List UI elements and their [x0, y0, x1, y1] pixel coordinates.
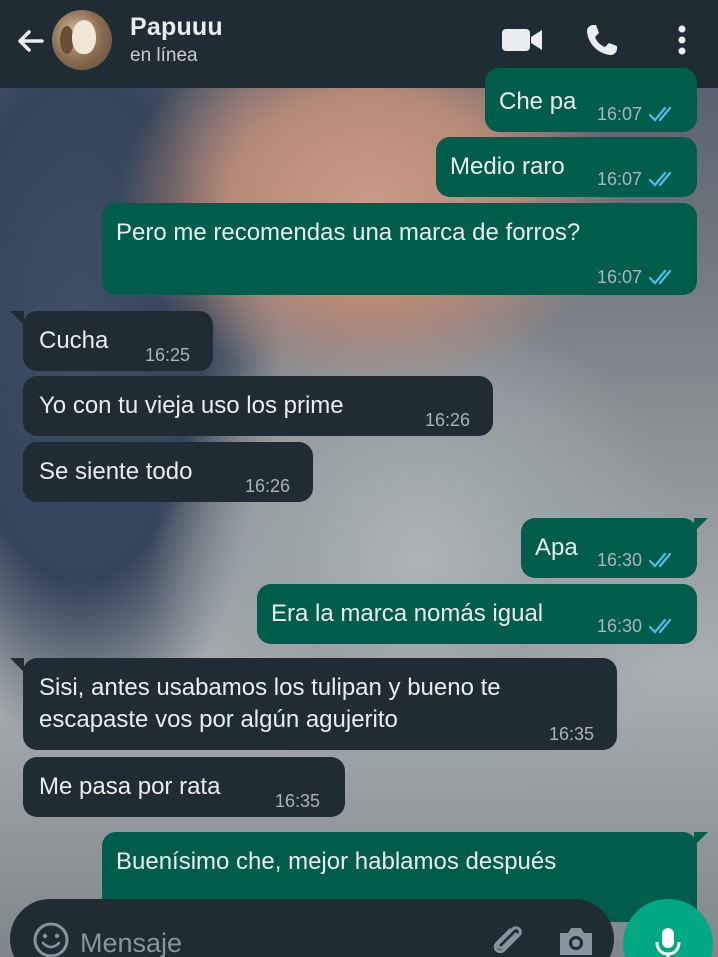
double-check-icon	[648, 106, 672, 122]
message-time: 16:35	[549, 724, 595, 744]
video-call-icon[interactable]	[500, 20, 544, 60]
message-text: Buenísimo che, mejor hablamos después	[116, 848, 557, 875]
message-time: 16:25	[145, 345, 191, 365]
emoji-icon[interactable]	[32, 921, 70, 957]
contact-status: en línea	[130, 45, 198, 66]
message-incoming[interactable]: Me pasa por rata 16:35	[23, 757, 345, 817]
message-time: 16:07	[597, 104, 643, 124]
double-check-icon	[648, 618, 672, 634]
message-text: Se siente todo	[39, 458, 193, 485]
message-time: 16:35	[275, 791, 321, 811]
back-arrow-icon[interactable]	[12, 24, 48, 60]
message-text: Yo con tu vieja uso los prime	[39, 392, 344, 419]
bubble-tail	[10, 311, 24, 325]
message-text-line-2: escapaste vos por algún agujerito	[39, 706, 398, 733]
message-meta: 16:07	[597, 98, 676, 130]
message-composer	[10, 899, 614, 957]
message-text: Apa	[535, 534, 578, 561]
message-text: Cucha	[39, 327, 109, 354]
contact-avatar[interactable]	[52, 10, 112, 70]
double-check-icon	[648, 269, 672, 285]
message-text: Me pasa por rata	[39, 773, 221, 800]
message-meta: 16:26	[425, 404, 470, 436]
message-outgoing[interactable]: Medio raro 16:07	[436, 137, 697, 197]
phone-icon[interactable]	[580, 20, 624, 60]
double-check-icon	[648, 171, 672, 187]
contact-name: Papuuu	[130, 13, 223, 41]
more-options-icon[interactable]	[660, 20, 704, 60]
message-incoming[interactable]: Sisi, antes usabamos los tulipan y bueno…	[23, 658, 617, 750]
bubble-tail	[10, 658, 24, 672]
double-check-icon	[648, 552, 672, 568]
message-outgoing[interactable]: Apa 16:30	[521, 518, 697, 578]
camera-icon[interactable]	[556, 921, 596, 957]
message-time: 16:26	[245, 476, 291, 496]
message-time: 16:26	[425, 410, 471, 430]
message-meta: 16:35	[549, 718, 594, 750]
message-incoming[interactable]: Se siente todo 16:26	[23, 442, 313, 502]
message-meta: 16:30	[597, 544, 676, 576]
message-meta: 16:30	[597, 610, 676, 642]
message-meta: 16:25	[145, 339, 190, 371]
message-meta: 16:26	[245, 470, 290, 502]
message-meta: 16:07	[597, 261, 676, 293]
message-time: 16:30	[597, 616, 643, 636]
microphone-icon	[655, 928, 681, 957]
message-meta: 16:07	[597, 163, 676, 195]
message-text-line-1: Sisi, antes usabamos los tulipan y bueno…	[39, 674, 501, 701]
message-text: Medio raro	[450, 153, 565, 180]
message-time: 16:30	[597, 550, 643, 570]
message-input[interactable]	[80, 923, 460, 957]
message-text: Pero me recomendas una marca de forros?	[116, 219, 581, 246]
message-text: Era la marca nomás igual	[271, 600, 544, 627]
message-text: Che pa	[499, 88, 577, 115]
attach-icon[interactable]	[488, 921, 528, 957]
message-time: 16:07	[597, 169, 643, 189]
message-outgoing[interactable]: Che pa 16:07	[485, 68, 697, 132]
message-outgoing[interactable]: Era la marca nomás igual 16:30	[257, 584, 697, 644]
message-outgoing[interactable]: Pero me recomendas una marca de forros? …	[102, 203, 697, 295]
message-time: 16:07	[597, 267, 643, 287]
message-incoming[interactable]: Yo con tu vieja uso los prime 16:26	[23, 376, 493, 436]
message-meta: 16:35	[275, 785, 320, 817]
message-incoming[interactable]: Cucha 16:25	[23, 311, 213, 371]
contact-info[interactable]: Papuuu en línea	[130, 13, 223, 67]
